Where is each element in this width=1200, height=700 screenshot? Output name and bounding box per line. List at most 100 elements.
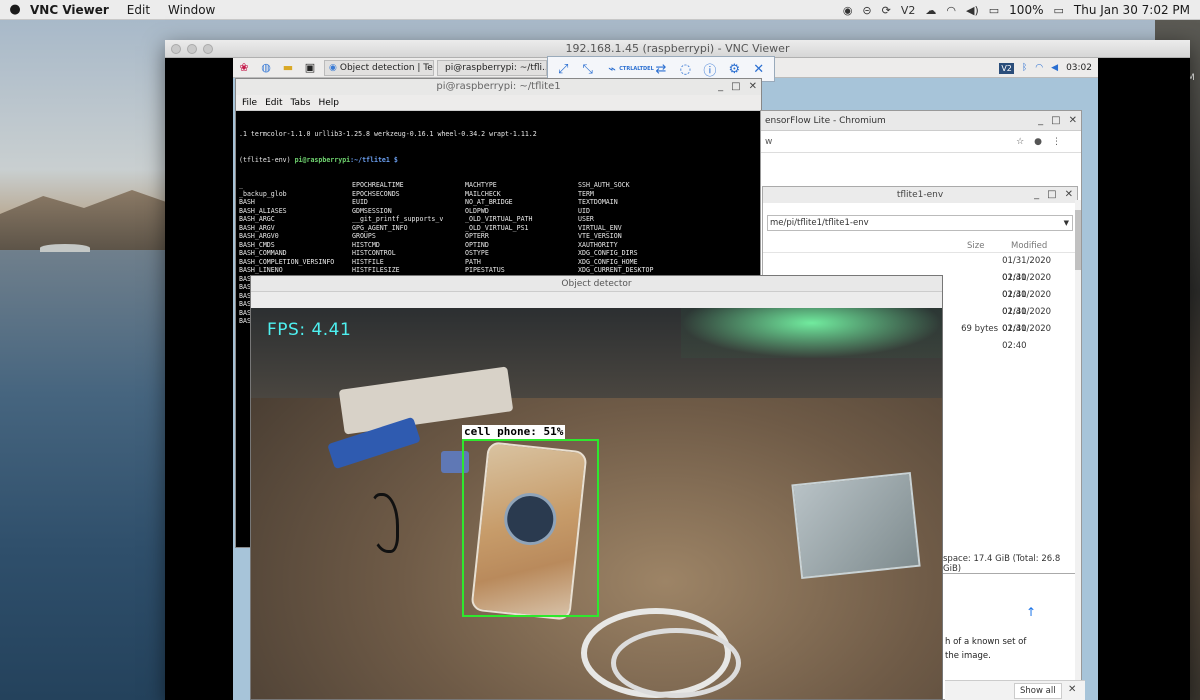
file-row[interactable]: 01/31/2020 02:40 bbox=[763, 253, 1077, 283]
column-size[interactable]: Size bbox=[763, 239, 1007, 252]
page-text-line: h of a known set of bbox=[945, 637, 1027, 647]
env-var: BASH_COMMAND bbox=[239, 249, 287, 257]
camera-feed: cell phone: 51% FPS: 4.41 bbox=[251, 308, 942, 699]
zoom-window-button[interactable] bbox=[203, 44, 213, 54]
volume-tray-icon[interactable]: ◀ bbox=[1051, 63, 1058, 73]
close-icon[interactable]: ✕ bbox=[749, 79, 757, 95]
task-object-detection[interactable]: ◉ Object detection | Te... bbox=[324, 59, 434, 76]
file-manager-icon[interactable]: ▬ bbox=[279, 60, 297, 76]
env-var: PATH bbox=[465, 257, 481, 266]
task-label: pi@raspberrypi: ~/tfli... bbox=[445, 62, 547, 73]
arrow-up-icon[interactable]: ↑ bbox=[1026, 605, 1036, 619]
detector-title-bar[interactable]: Object detector bbox=[251, 276, 942, 292]
close-icon[interactable]: ✕ bbox=[1068, 684, 1076, 695]
chevron-down-icon[interactable]: ▼ bbox=[1064, 216, 1069, 230]
minimize-icon[interactable]: _ bbox=[718, 79, 723, 95]
file-manager-title-bar[interactable]: tflite1-env _ □ ✕ bbox=[763, 187, 1077, 203]
env-var: BASH_ALIASES bbox=[239, 206, 287, 215]
address-text: w bbox=[765, 137, 773, 147]
bluetooth-icon[interactable]: ᛒ bbox=[1022, 63, 1027, 73]
terminal-menu-file[interactable]: File bbox=[242, 98, 257, 108]
terminal-icon[interactable]: ▣ bbox=[301, 60, 319, 76]
battery-icon[interactable]: ▭ bbox=[1053, 4, 1063, 17]
pi-clock[interactable]: 03:02 bbox=[1066, 63, 1092, 73]
minimize-icon[interactable]: _ bbox=[1034, 187, 1039, 203]
terminal-menu-tabs[interactable]: Tabs bbox=[291, 98, 311, 108]
vnc-tray-icon[interactable]: V2 bbox=[999, 62, 1014, 74]
transfer-icon[interactable]: ⇄ bbox=[651, 59, 671, 79]
app-menu-vnc-viewer[interactable]: VNC Viewer bbox=[30, 3, 109, 17]
env-var: _OLD_VIRTUAL_PATH bbox=[465, 215, 533, 223]
battery-percent[interactable]: 100% bbox=[1009, 3, 1043, 17]
prompt-path: :~/tflite1 $ bbox=[350, 155, 398, 164]
terminal-title-bar[interactable]: pi@raspberrypi: ~/tflite1 _ □ ✕ bbox=[236, 79, 761, 95]
file-list-scrollbar[interactable] bbox=[1075, 200, 1081, 680]
info-icon[interactable]: ⓘ bbox=[700, 59, 720, 79]
chromium-title-bar[interactable]: ensorFlow Lite - Chromium _ □ ✕ bbox=[761, 111, 1081, 131]
file-manager-title: tflite1-env bbox=[896, 190, 944, 200]
terminal-menu-help[interactable]: Help bbox=[318, 98, 339, 108]
menubar-status-area: ◉ ⊝ ⟳ V2 ☁ ◠ ◀) ▭ 100% ▭ Thu Jan 30 7:02… bbox=[843, 0, 1190, 20]
settings-gear-icon[interactable]: ⚙ bbox=[724, 59, 744, 79]
volume-icon[interactable]: ◀) bbox=[966, 4, 979, 17]
menu-edit[interactable]: Edit bbox=[127, 3, 150, 17]
file-manager-window-controls: _ □ ✕ bbox=[1034, 187, 1073, 203]
drive-icon[interactable]: ⊝ bbox=[862, 4, 871, 17]
close-icon[interactable]: ✕ bbox=[1069, 111, 1077, 131]
maximize-icon[interactable]: □ bbox=[1047, 187, 1056, 203]
file-modified: 01/31/2020 02:40 bbox=[1002, 273, 1052, 300]
column-modified[interactable]: Modified bbox=[1007, 239, 1047, 252]
minimize-window-button[interactable] bbox=[187, 44, 197, 54]
wifi-tray-icon[interactable]: ◠ bbox=[1035, 63, 1043, 73]
chat-icon[interactable]: ◌ bbox=[675, 59, 695, 79]
close-window-button[interactable] bbox=[171, 44, 181, 54]
terminal-window-controls: _ □ ✕ bbox=[718, 79, 757, 95]
airplay-icon[interactable]: ▭ bbox=[989, 4, 999, 17]
path-input[interactable]: me/pi/tflite1/tflite1-env ▼ bbox=[767, 215, 1073, 231]
apple-menu-icon[interactable]: ● bbox=[0, 2, 30, 17]
terminal-menu-edit[interactable]: Edit bbox=[265, 98, 282, 108]
show-all-button[interactable]: Show all bbox=[1014, 683, 1062, 699]
chromium-toolbar-icons: ☆ ● ⋮ bbox=[1016, 131, 1061, 153]
scrollbar-thumb[interactable] bbox=[1075, 210, 1081, 270]
env-var: XDG_CURRENT_DESKTOP bbox=[578, 266, 654, 274]
close-icon[interactable]: ✕ bbox=[1065, 187, 1073, 203]
menu-window[interactable]: Window bbox=[168, 3, 215, 17]
file-modified: 01/31/2020 02:40 bbox=[1002, 324, 1052, 351]
profile-icon[interactable]: ● bbox=[1034, 131, 1042, 153]
raspberry-menu-icon[interactable]: ❀ bbox=[235, 60, 253, 76]
path-text: me/pi/tflite1/tflite1-env bbox=[770, 218, 869, 228]
maximize-icon[interactable]: □ bbox=[1051, 111, 1060, 131]
accessibility-icon[interactable]: ◉ bbox=[843, 4, 853, 17]
bookmark-star-icon[interactable]: ☆ bbox=[1016, 131, 1024, 153]
env-var: EUID bbox=[352, 198, 368, 206]
close-session-icon[interactable]: ✕ bbox=[749, 59, 769, 79]
env-var: OLDPWD bbox=[465, 206, 489, 215]
env-var: MAILCHECK bbox=[465, 189, 501, 198]
task-terminal[interactable]: pi@raspberrypi: ~/tfli... bbox=[437, 59, 547, 76]
minimize-icon[interactable]: _ bbox=[1038, 111, 1043, 131]
env-var: PIPESTATUS bbox=[465, 266, 505, 274]
sync-icon[interactable]: ⟳ bbox=[882, 4, 891, 17]
cloud-icon[interactable]: ☁ bbox=[925, 4, 936, 17]
env-var: _ bbox=[239, 181, 243, 189]
file-modified: 01/31/2020 02:40 bbox=[1002, 290, 1052, 317]
env-var: VTE_VERSION bbox=[578, 232, 622, 240]
ctrl-alt-del-button[interactable]: CTRL ALT DEL bbox=[619, 59, 654, 79]
detection-bounding-box bbox=[462, 439, 599, 617]
browser-icon[interactable]: ◍ bbox=[257, 60, 275, 76]
wifi-icon[interactable]: ◠ bbox=[946, 4, 956, 17]
chromium-menu-icon[interactable]: ⋮ bbox=[1052, 131, 1061, 153]
mac-menubar: ● VNC Viewer Edit Window ◉ ⊝ ⟳ V2 ☁ ◠ ◀)… bbox=[0, 0, 1200, 20]
env-var: EPOCHREALTIME bbox=[352, 181, 404, 189]
maximize-icon[interactable]: □ bbox=[731, 79, 740, 95]
vnc-server-icon[interactable]: V2 bbox=[901, 4, 916, 17]
chromium-address-bar[interactable]: w ☆ ● ⋮ bbox=[761, 131, 1081, 153]
fullscreen-icon[interactable]: ⤢ bbox=[553, 59, 573, 79]
scale-icon[interactable]: ⤡ bbox=[578, 59, 598, 79]
terminal-line: .1 termcolor-1.1.0 urllib3-1.25.8 werkze… bbox=[239, 130, 537, 138]
vnc-window-title: 192.168.1.45 (raspberrypi) - VNC Viewer bbox=[565, 42, 790, 55]
menubar-clock[interactable]: Thu Jan 30 7:02 PM bbox=[1074, 3, 1190, 17]
env-var: BASH_ARGC bbox=[239, 215, 275, 223]
file-modified: 01/31/2020 02:40 bbox=[1002, 256, 1052, 283]
